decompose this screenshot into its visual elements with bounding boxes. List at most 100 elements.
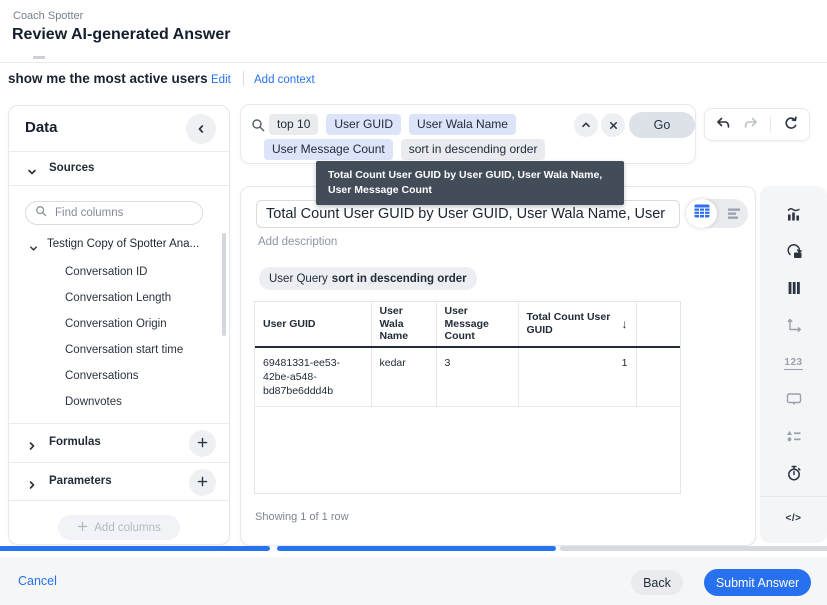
query-interpretation-tooltip: Total Count User GUID by User GUID, User… bbox=[316, 161, 624, 205]
app-label: Coach Spotter bbox=[13, 10, 83, 22]
legend-icon bbox=[785, 427, 803, 448]
query-token[interactable]: User Wala Name bbox=[409, 114, 516, 135]
query-token[interactable]: sort in descending order bbox=[401, 139, 546, 160]
chart-view-button[interactable] bbox=[727, 207, 741, 225]
number-format-button[interactable]: 123 bbox=[760, 345, 827, 382]
add-formula-button[interactable] bbox=[189, 430, 216, 457]
query-token[interactable]: User GUID bbox=[326, 114, 401, 135]
legend-button[interactable] bbox=[760, 419, 827, 456]
submit-answer-button[interactable]: Submit Answer bbox=[704, 569, 811, 596]
progress-segment-pending bbox=[560, 546, 827, 551]
add-parameter-button[interactable] bbox=[189, 469, 216, 496]
change-visualization-button[interactable] bbox=[760, 197, 827, 234]
close-icon bbox=[609, 118, 618, 133]
user-query-chip[interactable]: User Query sort in descending order bbox=[259, 267, 477, 290]
column-item[interactable]: Conversations bbox=[65, 363, 183, 389]
stopwatch-icon bbox=[785, 464, 803, 485]
horizontal-bars-icon bbox=[727, 207, 741, 224]
cancel-link[interactable]: Cancel bbox=[18, 574, 57, 588]
rail-divider bbox=[760, 496, 827, 497]
add-description-placeholder[interactable]: Add description bbox=[258, 236, 337, 248]
columns-icon bbox=[785, 279, 803, 300]
cell-empty bbox=[636, 347, 680, 407]
timer-button[interactable] bbox=[760, 456, 827, 493]
number-format-icon: 123 bbox=[784, 357, 802, 370]
column-header[interactable]: User Message Count bbox=[436, 302, 518, 347]
go-button[interactable]: Go bbox=[629, 112, 695, 138]
parameters-section-toggle[interactable]: Parameters bbox=[9, 462, 229, 500]
column-item[interactable]: Conversation Length bbox=[65, 285, 183, 311]
scroll-remnant bbox=[33, 56, 45, 59]
add-columns-label: Add columns bbox=[94, 522, 160, 534]
table-row: 69481331-ee53-42be-a548-bd87be6ddd4b ked… bbox=[255, 347, 680, 407]
column-header-sorted[interactable]: Total Count User GUID ↓ bbox=[518, 302, 636, 347]
search-icon bbox=[251, 118, 265, 137]
chevron-right-icon bbox=[27, 438, 37, 456]
footer-bar: Cancel Back Submit Answer bbox=[0, 557, 827, 605]
chart-config-rail: 123 </> bbox=[760, 186, 827, 543]
user-question: show me the most active users bbox=[8, 71, 208, 86]
column-header[interactable]: User GUID bbox=[255, 302, 371, 347]
column-item[interactable]: Downvotes bbox=[65, 389, 183, 415]
query-token-bar: top 10 User GUID User Wala Name User Mes… bbox=[240, 104, 696, 164]
column-item[interactable]: Conversation ID bbox=[65, 259, 183, 285]
tooltip-config-button[interactable] bbox=[760, 382, 827, 419]
source-name: Testign Copy of Spotter Ana... bbox=[47, 238, 199, 250]
formulas-section-toggle[interactable]: Formulas bbox=[9, 423, 229, 462]
view-toggle bbox=[686, 199, 748, 228]
add-columns-button[interactable]: Add columns bbox=[58, 515, 180, 540]
page-title: Review AI-generated Answer bbox=[12, 26, 230, 44]
reset-button[interactable] bbox=[783, 115, 799, 134]
panel-bottom-section: Add columns bbox=[9, 500, 229, 545]
chevron-up-icon bbox=[581, 118, 591, 133]
collapse-panel-button[interactable] bbox=[186, 114, 216, 144]
columns-button[interactable] bbox=[760, 271, 827, 308]
table-header-row: User GUID User Wala Name User Message Co… bbox=[255, 302, 680, 347]
reset-icon bbox=[783, 115, 799, 134]
find-columns-input[interactable] bbox=[53, 206, 183, 220]
sort-descending-icon[interactable]: ↓ bbox=[622, 317, 628, 331]
formulas-label: Formulas bbox=[49, 436, 101, 448]
edit-question-link[interactable]: Edit bbox=[211, 74, 231, 86]
query-token[interactable]: top 10 bbox=[269, 114, 318, 135]
table-view-button[interactable] bbox=[686, 199, 717, 228]
parameters-label: Parameters bbox=[49, 475, 112, 487]
review-ai-answer-page: Coach Spotter Review AI-generated Answer… bbox=[0, 0, 827, 605]
source-tree-toggle[interactable]: Testign Copy of Spotter Ana... bbox=[9, 234, 229, 258]
plus-icon bbox=[197, 436, 208, 451]
redo-button[interactable] bbox=[743, 115, 759, 134]
column-item[interactable]: Conversation Origin bbox=[65, 311, 183, 337]
cell-total-count[interactable]: 1 bbox=[518, 347, 636, 407]
progress-segment-complete bbox=[0, 546, 270, 551]
chip-prefix: User Query bbox=[269, 273, 328, 285]
undo-button[interactable] bbox=[715, 115, 731, 134]
chevron-down-icon bbox=[27, 164, 37, 182]
search-icon bbox=[35, 204, 47, 222]
chip-phrase: sort in descending order bbox=[332, 273, 467, 285]
pivot-button[interactable] bbox=[760, 234, 827, 271]
sources-section-toggle[interactable]: Sources bbox=[9, 152, 229, 186]
chevron-left-icon bbox=[196, 122, 206, 137]
cell-user-message-count[interactable]: 3 bbox=[436, 347, 518, 407]
axes-button[interactable] bbox=[760, 308, 827, 345]
answer-card: Add description User Query sort in desce… bbox=[240, 186, 756, 546]
panel-scrollbar[interactable] bbox=[222, 233, 226, 336]
clear-search-button[interactable] bbox=[601, 113, 625, 137]
sources-label: Sources bbox=[49, 162, 94, 174]
column-item[interactable]: Conversation start time bbox=[65, 337, 183, 363]
data-panel-title: Data bbox=[25, 119, 58, 136]
add-context-link[interactable]: Add context bbox=[254, 74, 315, 86]
collapse-search-button[interactable] bbox=[574, 113, 598, 137]
code-button[interactable]: </> bbox=[760, 500, 827, 537]
data-panel-header: Data bbox=[9, 106, 229, 152]
cell-user-wala-name[interactable]: kedar bbox=[371, 347, 436, 407]
back-button[interactable]: Back bbox=[631, 570, 683, 595]
column-header[interactable]: User Wala Name bbox=[371, 302, 436, 347]
pivot-loop-icon bbox=[785, 242, 803, 263]
undo-icon bbox=[715, 115, 731, 134]
step-progress-bar bbox=[0, 546, 827, 551]
cell-user-guid[interactable]: 69481331-ee53-42be-a548-bd87be6ddd4b bbox=[255, 347, 371, 407]
tooltip-bubble-icon bbox=[785, 390, 803, 411]
query-token[interactable]: User Message Count bbox=[264, 139, 393, 160]
query-links-divider bbox=[243, 71, 244, 86]
